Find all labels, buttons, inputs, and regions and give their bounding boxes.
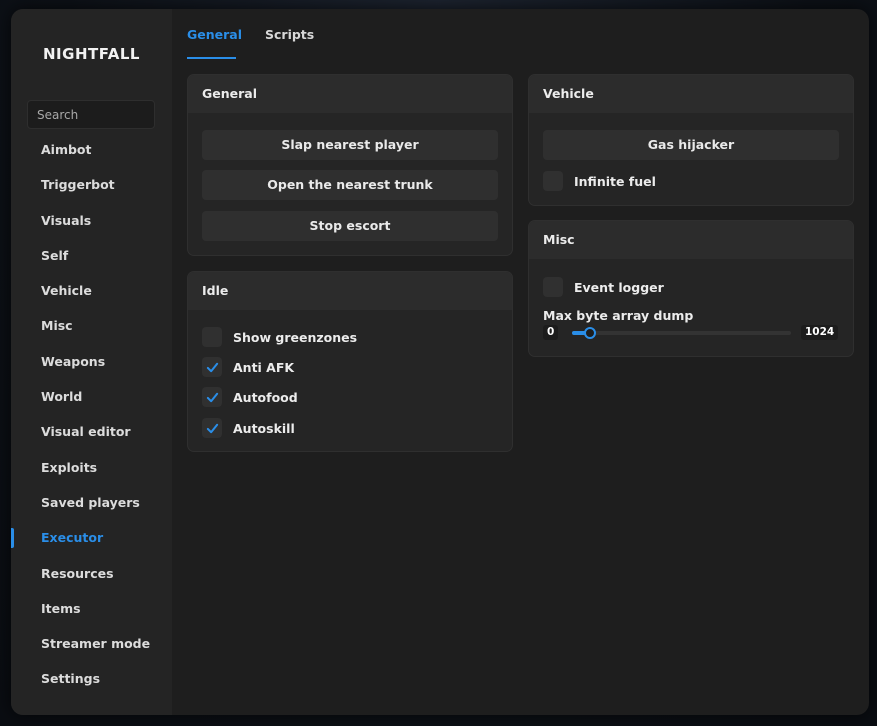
anti-afk-label: Anti AFK bbox=[233, 359, 295, 375]
show-greenzones-checkbox[interactable]: Show greenzones bbox=[202, 327, 357, 347]
slider-min-value: 0 bbox=[543, 325, 559, 340]
sidebar-item-aimbot[interactable]: Aimbot bbox=[11, 132, 172, 167]
sidebar-item-weapons[interactable]: Weapons bbox=[11, 344, 172, 379]
slider-max-value: 1024 bbox=[801, 325, 839, 340]
anti-afk-checkbox[interactable]: Anti AFK bbox=[202, 357, 294, 377]
autofood-label: Autofood bbox=[233, 389, 298, 405]
gas-hijacker-button[interactable]: Gas hijacker bbox=[543, 130, 839, 160]
checkbox-box[interactable] bbox=[543, 171, 563, 191]
sidebar-item-triggerbot[interactable]: Triggerbot bbox=[11, 167, 172, 202]
sidebar-item-visual-editor[interactable]: Visual editor bbox=[11, 414, 172, 449]
misc-panel: Misc Event logger Max byte array dump 0 … bbox=[528, 220, 854, 357]
sidebar-item-resources[interactable]: Resources bbox=[11, 556, 172, 591]
slider-thumb[interactable] bbox=[584, 327, 596, 339]
stop-escort-button[interactable]: Stop escort bbox=[202, 211, 498, 241]
sidebar-item-streamer-mode[interactable]: Streamer mode bbox=[11, 626, 172, 661]
infinite-fuel-label: Infinite fuel bbox=[574, 173, 656, 189]
slap-nearest-player-button[interactable]: Slap nearest player bbox=[202, 130, 498, 160]
sidebar-item-exploits[interactable]: Exploits bbox=[11, 450, 172, 485]
checkbox-box[interactable] bbox=[202, 418, 222, 438]
checkbox-box[interactable] bbox=[202, 327, 222, 347]
tab-general[interactable]: General bbox=[187, 27, 242, 42]
autofood-checkbox[interactable]: Autofood bbox=[202, 387, 298, 407]
event-logger-label: Event logger bbox=[574, 279, 664, 295]
sidebar-item-items[interactable]: Items bbox=[11, 591, 172, 626]
checkmark-icon bbox=[206, 362, 218, 372]
sidebar: NIGHTFALL Aimbot Triggerbot Visuals Self… bbox=[11, 9, 172, 715]
sidebar-item-vehicle[interactable]: Vehicle bbox=[11, 273, 172, 308]
sidebar-item-saved-players[interactable]: Saved players bbox=[11, 485, 172, 520]
vehicle-panel: Vehicle Gas hijacker Infinite fuel bbox=[528, 74, 854, 206]
autoskill-checkbox[interactable]: Autoskill bbox=[202, 418, 295, 438]
active-tab-indicator bbox=[187, 57, 236, 59]
app-window: NIGHTFALL Aimbot Triggerbot Visuals Self… bbox=[11, 9, 869, 715]
checkmark-icon bbox=[206, 392, 218, 402]
sidebar-item-visuals[interactable]: Visuals bbox=[11, 203, 172, 238]
max-byte-array-dump-slider[interactable] bbox=[572, 327, 791, 339]
sidebar-item-world[interactable]: World bbox=[11, 379, 172, 414]
sidebar-item-misc[interactable]: Misc bbox=[11, 308, 172, 343]
checkbox-box[interactable] bbox=[202, 357, 222, 377]
tab-scripts[interactable]: Scripts bbox=[265, 27, 314, 42]
vehicle-panel-title: Vehicle bbox=[529, 75, 853, 113]
sidebar-item-settings[interactable]: Settings bbox=[11, 661, 172, 696]
sidebar-nav: Aimbot Triggerbot Visuals Self Vehicle M… bbox=[11, 132, 172, 697]
search-input[interactable] bbox=[27, 100, 155, 129]
idle-panel-title: Idle bbox=[188, 272, 512, 310]
misc-panel-title: Misc bbox=[529, 221, 853, 259]
sidebar-item-self[interactable]: Self bbox=[11, 238, 172, 273]
show-greenzones-label: Show greenzones bbox=[233, 329, 358, 345]
idle-panel: Idle Show greenzones Anti AFK Autofood A… bbox=[187, 271, 513, 452]
event-logger-checkbox[interactable]: Event logger bbox=[543, 277, 664, 297]
general-panel-title: General bbox=[188, 75, 512, 113]
max-byte-array-dump-label: Max byte array dump bbox=[543, 308, 694, 323]
checkbox-box[interactable] bbox=[202, 387, 222, 407]
open-nearest-trunk-button[interactable]: Open the nearest trunk bbox=[202, 170, 498, 200]
app-logo: NIGHTFALL bbox=[43, 45, 140, 63]
checkmark-icon bbox=[206, 423, 218, 433]
autoskill-label: Autoskill bbox=[233, 420, 295, 436]
sidebar-item-executor[interactable]: Executor bbox=[11, 520, 172, 555]
checkbox-box[interactable] bbox=[543, 277, 563, 297]
general-panel: General Slap nearest player Open the nea… bbox=[187, 74, 513, 256]
infinite-fuel-checkbox[interactable]: Infinite fuel bbox=[543, 171, 656, 191]
